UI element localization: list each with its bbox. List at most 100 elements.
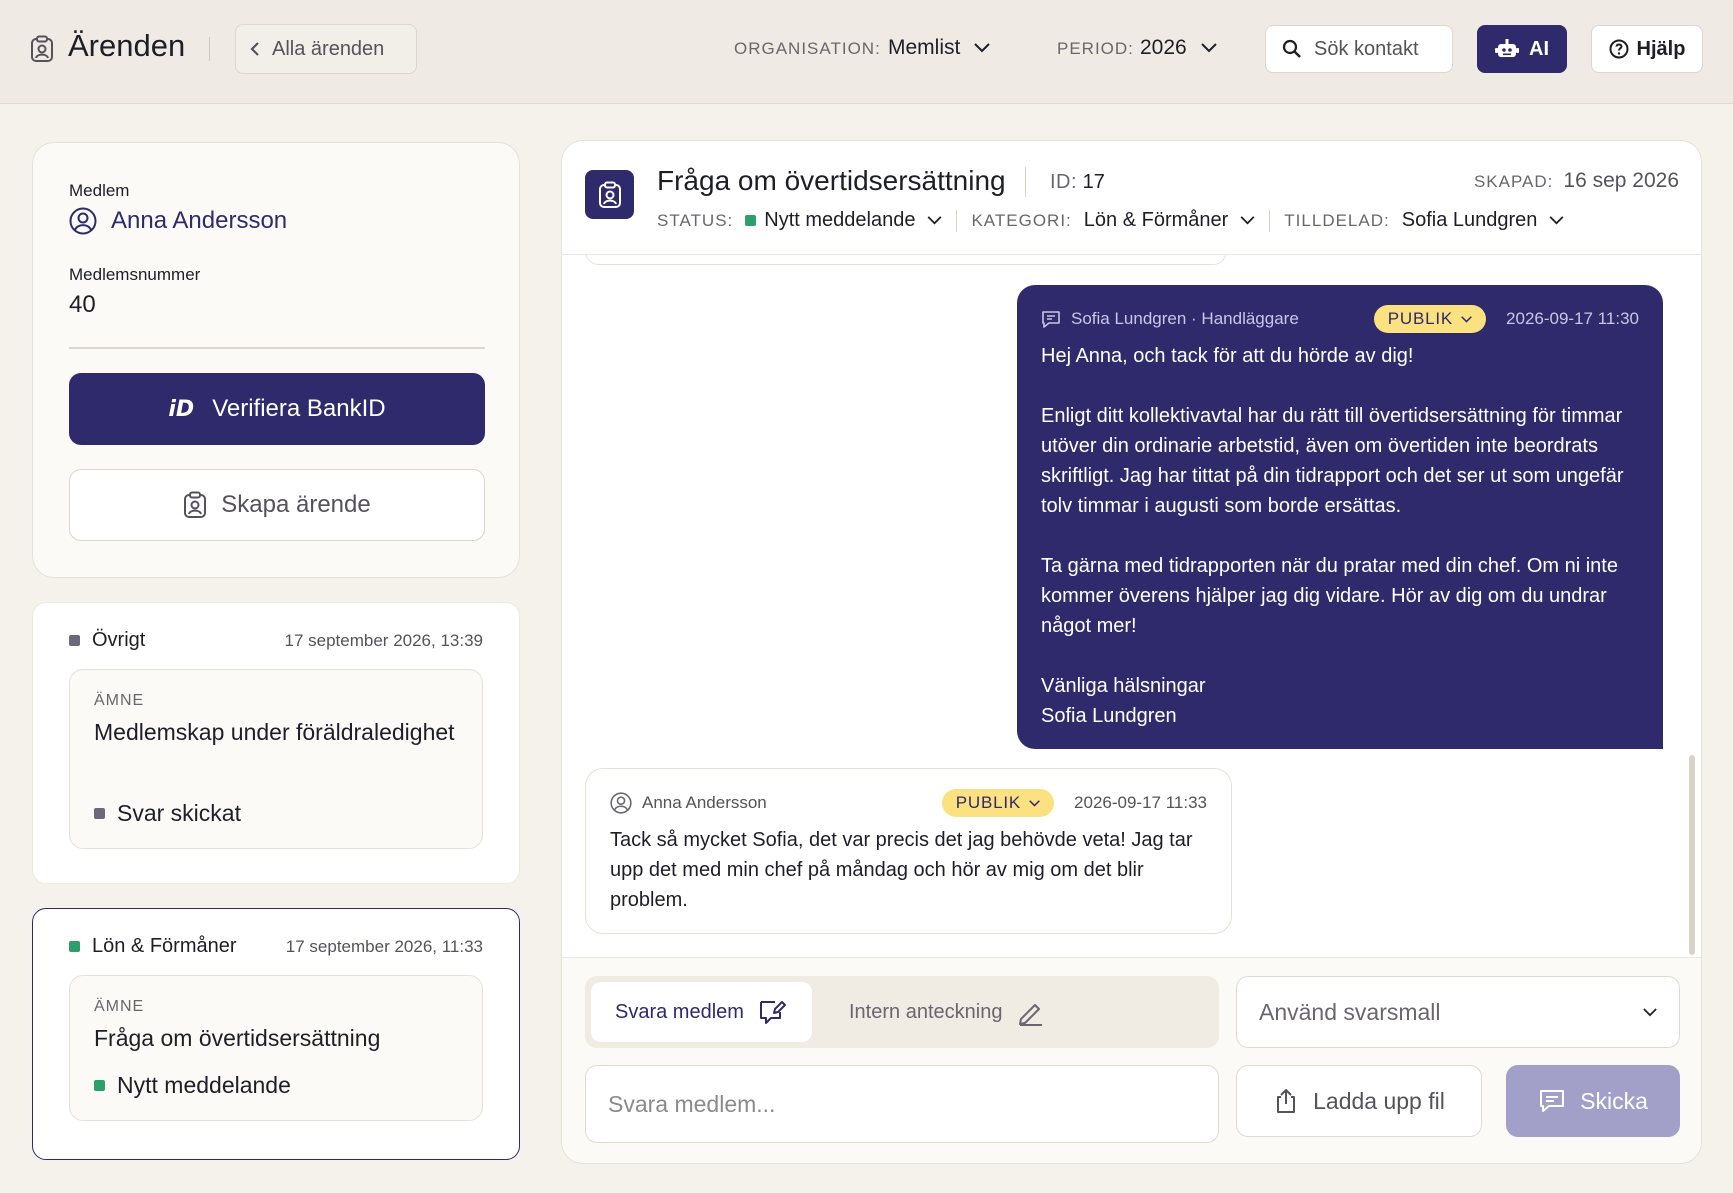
chevron-down-icon <box>1549 216 1564 225</box>
ticket-title: Fråga om övertidsersättning <box>657 165 1006 196</box>
ticket-id-label: ID: <box>1050 171 1078 193</box>
member-label: Medlem <box>69 181 130 200</box>
case-status: Nytt meddelande <box>94 1072 291 1099</box>
member-card: Medlem Anna Andersson Medlemsnummer 40 i… <box>32 142 520 578</box>
message-time: 2026-09-17 11:33 <box>1074 793 1207 812</box>
created-label: SKAPAD: <box>1473 172 1554 191</box>
reply-template-select[interactable]: Använd svarsmall <box>1236 976 1680 1048</box>
status-color-dot <box>745 215 757 226</box>
clipboard-user-icon <box>31 35 53 62</box>
tab-reply-label: Svara medlem <box>615 1000 744 1023</box>
subject-label: ÄMNE <box>94 998 145 1015</box>
period-value: 2026 <box>1140 36 1187 59</box>
create-case-button[interactable]: Skapa ärende <box>69 469 485 541</box>
category-color-dot <box>69 635 80 646</box>
verify-bankid-button[interactable]: iD Verifiera BankID <box>69 373 485 445</box>
case-card[interactable]: Övrigt 17 september 2026, 13:39 ÄMNE Med… <box>32 602 520 884</box>
upload-file-button[interactable]: Ladda upp fil <box>1236 1065 1482 1137</box>
member-name: Anna Andersson <box>111 207 288 234</box>
ticket-id: ID: 17 <box>1050 171 1105 194</box>
visibility-label: PUBLIK <box>1387 309 1454 328</box>
composer-tabs: Svara medlem Intern anteckning <box>585 976 1219 1048</box>
create-case-label: Skapa ärende <box>221 491 371 518</box>
chat-edit-icon <box>759 1001 786 1024</box>
organisation-label: ORGANISATION: <box>734 39 881 58</box>
user-circle-icon <box>69 207 97 235</box>
assigned-label: TILLDELAD: <box>1284 210 1390 230</box>
case-category: Lön & Förmåner <box>69 935 237 958</box>
ticket-meta-row: STATUS: Nytt meddelande KATEGORI: Lön & … <box>657 209 1564 232</box>
message-thread[interactable]: Sofia Lundgren · Handläggare PUBLIK 2026… <box>562 255 1701 957</box>
case-card-active[interactable]: Lön & Förmåner 17 september 2026, 11:33 … <box>32 908 520 1160</box>
case-status-label: Nytt meddelande <box>117 1072 291 1098</box>
category-select[interactable]: Lön & Förmåner <box>1084 209 1256 232</box>
search-icon <box>1282 39 1301 58</box>
case-subject: Fråga om övertidsersättning <box>94 1025 381 1051</box>
ai-label: AI <box>1529 37 1549 60</box>
send-label: Skicka <box>1580 1087 1648 1114</box>
organisation-value: Memlist <box>888 36 961 59</box>
chevron-down-icon <box>1643 1007 1657 1016</box>
ticket-id-value: 17 <box>1082 171 1105 193</box>
message-author-name: Anna Andersson <box>642 793 767 812</box>
title-divider <box>209 37 210 61</box>
thread-scrollbar[interactable] <box>1689 755 1695 955</box>
help-circle-icon <box>1609 39 1629 59</box>
message-paragraph: Ta gärna med tidrapporten när du pratar … <box>1041 555 1618 637</box>
reply-composer: Svara medlem Intern anteckning Använd sv… <box>562 957 1701 1163</box>
staff-message: Sofia Lundgren · Handläggare PUBLIK 2026… <box>1017 285 1663 749</box>
message-time: 2026-09-17 11:30 <box>1506 309 1639 328</box>
divider <box>1269 209 1271 232</box>
divider <box>69 347 485 349</box>
member-number: 40 <box>69 291 96 318</box>
send-button[interactable]: Skicka <box>1506 1065 1680 1137</box>
status-label: STATUS: <box>657 210 734 230</box>
visibility-badge[interactable]: PUBLIK <box>1373 305 1487 333</box>
case-status: Svar skickat <box>94 800 241 827</box>
category-value: Lön & Förmåner <box>1083 209 1229 231</box>
case-category-label: Övrigt <box>92 629 146 651</box>
help-button[interactable]: Hjälp <box>1591 25 1703 73</box>
ticket-header: Fråga om övertidsersättning ID: 17 SKAPA… <box>562 141 1701 255</box>
upload-icon <box>1277 1089 1296 1113</box>
case-subject: Medlemskap under föräldraledighet <box>94 719 455 745</box>
case-subject-box: ÄMNE Fråga om övertidsersättning Nytt me… <box>69 975 483 1121</box>
status-color-dot <box>94 808 105 819</box>
page-title: Ärenden <box>68 28 186 63</box>
ticket-panel: Fråga om övertidsersättning ID: 17 SKAPA… <box>561 140 1702 1164</box>
member-name-link[interactable]: Anna Andersson <box>69 207 287 235</box>
message-body: Hej Anna, och tack för att du hörde av d… <box>1041 341 1639 731</box>
user-circle-icon <box>610 792 632 814</box>
visibility-label: PUBLIK <box>955 793 1022 812</box>
back-to-all-cases-button[interactable]: Alla ärenden <box>235 24 417 74</box>
search-contact-button[interactable]: Sök kontakt <box>1265 25 1453 73</box>
visibility-badge[interactable]: PUBLIK <box>941 789 1055 817</box>
back-label: Alla ärenden <box>272 37 385 60</box>
organisation-select[interactable]: Memlist <box>888 36 991 60</box>
message-paragraph: Hej Anna, och tack för att du hörde av d… <box>1041 345 1414 367</box>
status-select[interactable]: Nytt meddelande <box>745 209 942 232</box>
assigned-value: Sofia Lundgren <box>1401 209 1538 231</box>
message-header: Anna Andersson PUBLIK 2026-09-17 11:33 <box>610 789 1207 817</box>
case-status-label: Svar skickat <box>117 800 241 826</box>
message-paragraph: Enligt ditt kollektivavtal har du rätt t… <box>1041 405 1624 517</box>
chevron-down-icon <box>1240 216 1255 225</box>
reply-input[interactable] <box>585 1065 1219 1143</box>
period-select[interactable]: 2026 <box>1140 36 1217 60</box>
case-subject-box: ÄMNE Medlemskap under föräldraledighet S… <box>69 669 483 849</box>
tab-internal-note[interactable]: Intern anteckning <box>825 982 1068 1042</box>
case-card-header: Övrigt 17 september 2026, 13:39 <box>69 629 483 652</box>
ai-button[interactable]: AI <box>1477 25 1567 73</box>
chevron-down-icon <box>974 43 991 53</box>
assigned-select[interactable]: Sofia Lundgren <box>1402 209 1565 232</box>
case-category: Övrigt <box>69 629 145 652</box>
chat-bubble-icon <box>1540 1090 1565 1112</box>
tab-reply-member[interactable]: Svara medlem <box>591 982 812 1042</box>
ticket-icon <box>585 170 634 219</box>
member-number-label: Medlemsnummer <box>69 265 201 284</box>
message-header: Sofia Lundgren · Handläggare PUBLIK 2026… <box>1041 305 1639 333</box>
message-author-name: Sofia Lundgren · Handläggare <box>1071 309 1299 328</box>
previous-message-edge <box>585 255 1227 265</box>
template-placeholder: Använd svarsmall <box>1259 998 1441 1025</box>
clipboard-user-icon <box>598 181 621 208</box>
